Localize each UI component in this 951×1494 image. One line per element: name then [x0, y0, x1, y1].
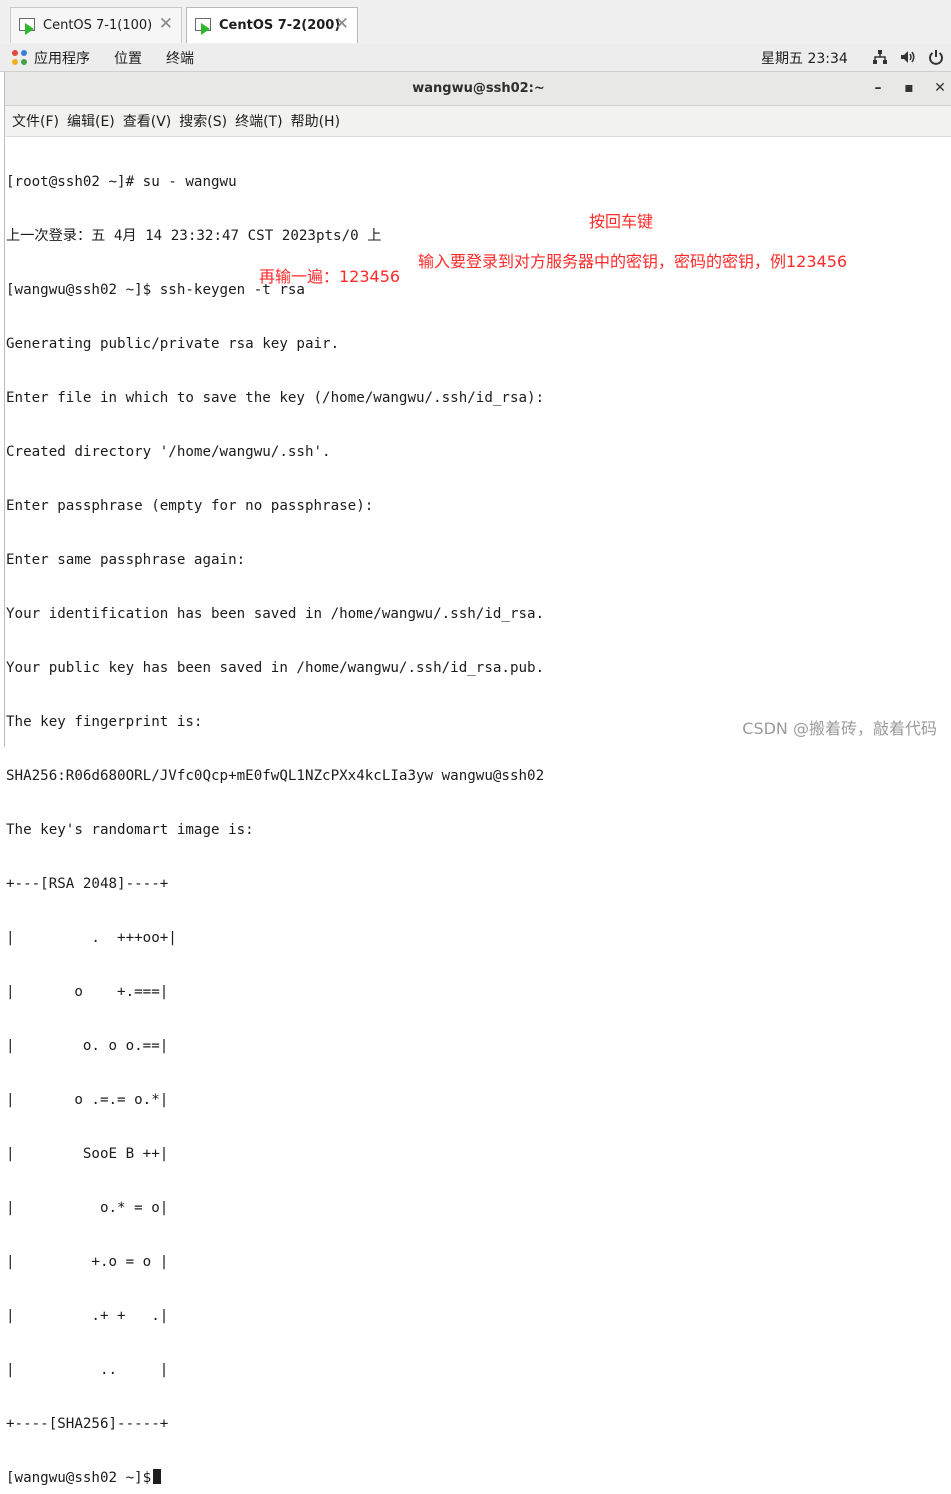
window-titlebar[interactable]: wangwu@ssh02:~ – ▪ ✕ [4, 72, 951, 106]
terminal-line: 上一次登录：五 4月 14 23:32:47 CST 2023pts/0 上 [6, 228, 382, 244]
terminal-line: Generating public/private rsa key pair. [6, 336, 340, 352]
maximize-button[interactable]: ▪ [899, 78, 919, 98]
applications-icon [12, 49, 28, 66]
annotation-enter-key: 按回车键 [589, 212, 654, 231]
applications-menu[interactable]: 应用程序 [34, 48, 90, 68]
window-title: wangwu@ssh02:~ [412, 81, 545, 96]
tab-centos-7-2[interactable]: CentOS 7-2(200) ✕ [186, 7, 358, 43]
tab-centos-7-1[interactable]: CentOS 7-1(100) ✕ [10, 7, 182, 43]
terminal-line: The key's randomart image is: [6, 822, 254, 838]
menu-file[interactable]: 文件(F) [12, 111, 59, 131]
terminal-output: [root@ssh02 ~]# su - wangwu 上一次登录：五 4月 1… [6, 137, 544, 1494]
text-cursor [153, 1469, 162, 1484]
tab-label: CentOS 7-2(200) [219, 18, 341, 33]
terminal-line: The key fingerprint is: [6, 714, 203, 730]
places-menu[interactable]: 位置 [114, 48, 142, 68]
vm-tab-strip: CentOS 7-1(100) ✕ CentOS 7-2(200) ✕ [0, 0, 951, 45]
terminal-line: | o. o o.==| [6, 1038, 169, 1054]
annotation-passphrase-hint: 输入要登录到对方服务器中的密钥，密码的密钥，例123456 [418, 252, 848, 271]
terminal-line: | .+ + .| [6, 1308, 169, 1324]
annotation-repeat: 再输一遍：123456 [259, 267, 401, 286]
terminal-line: | o +.===| [6, 984, 169, 1000]
terminal-line: Your identification has been saved in /h… [6, 606, 545, 622]
terminal-line: Created directory '/home/wangwu/.ssh'. [6, 444, 331, 460]
terminal-prompt-line: [wangwu@ssh02 ~]$ [6, 1469, 544, 1487]
terminal-line: | . +++oo+| [6, 930, 177, 946]
clock[interactable]: 星期五 23:34 [761, 48, 848, 68]
minimize-button[interactable]: – [868, 78, 888, 98]
network-icon[interactable] [872, 49, 888, 65]
watermark: CSDN @搬着砖，敲着代码 [742, 719, 937, 738]
volume-icon[interactable] [900, 49, 916, 65]
terminal-line: SHA256:R06d680ORL/JVfc0Qcp+mE0fwQL1NZcPX… [6, 768, 545, 784]
tab-label: CentOS 7-1(100) [43, 18, 153, 33]
terminal-line: [root@ssh02 ~]# su - wangwu [6, 174, 237, 190]
terminal-body[interactable]: [root@ssh02 ~]# su - wangwu 上一次登录：五 4月 1… [4, 137, 951, 1486]
vm-icon [19, 17, 37, 35]
terminal-line: | .. | [6, 1362, 169, 1378]
terminal-line: +---[RSA 2048]----+ [6, 876, 169, 892]
menu-terminal[interactable]: 终端(T) [235, 111, 282, 131]
terminal-menubar: 文件(F) 编辑(E) 查看(V) 搜索(S) 终端(T) 帮助(H) [4, 106, 951, 137]
menu-help[interactable]: 帮助(H) [291, 111, 340, 131]
power-icon[interactable] [928, 49, 944, 65]
terminal-line: Enter same passphrase again: [6, 552, 246, 568]
close-icon[interactable]: ✕ [335, 15, 349, 33]
terminal-line: | SooE B ++| [6, 1146, 169, 1162]
menu-view[interactable]: 查看(V) [123, 111, 172, 131]
close-icon[interactable]: ✕ [159, 15, 173, 33]
terminal-line: +----[SHA256]-----+ [6, 1416, 169, 1432]
menu-search[interactable]: 搜索(S) [179, 111, 227, 131]
terminal-line: Enter passphrase (empty for no passphras… [6, 498, 374, 514]
gnome-top-bar: 应用程序 位置 终端 星期五 23:34 [0, 44, 951, 72]
close-button[interactable]: ✕ [930, 78, 950, 98]
vm-icon [195, 17, 213, 35]
terminal-menu[interactable]: 终端 [166, 48, 194, 68]
terminal-line: | o .=.= o.*| [6, 1092, 169, 1108]
terminal-line: Your public key has been saved in /home/… [6, 660, 545, 676]
terminal-line: Enter file in which to save the key (/ho… [6, 390, 545, 406]
terminal-line: | o.* = o| [6, 1200, 169, 1216]
menu-edit[interactable]: 编辑(E) [67, 111, 115, 131]
terminal-prompt: [wangwu@ssh02 ~]$ [6, 1470, 152, 1486]
terminal-line: | +.o = o | [6, 1254, 169, 1270]
